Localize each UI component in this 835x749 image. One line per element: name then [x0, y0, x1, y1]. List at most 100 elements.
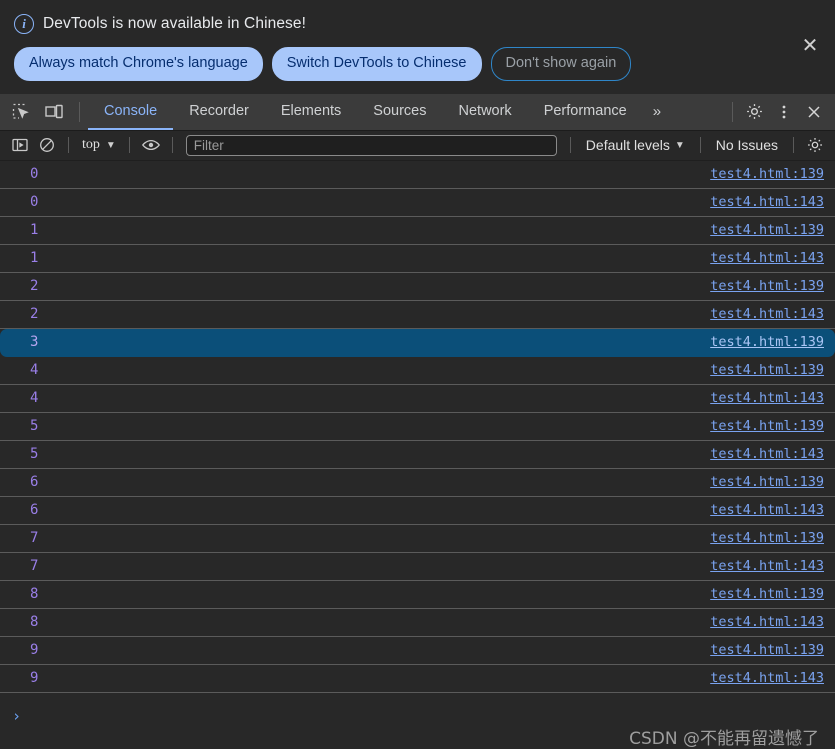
console-message-row[interactable]: 6 test4.html:139 — [0, 469, 835, 497]
console-source-link[interactable]: test4.html:143 — [710, 558, 829, 574]
settings-gear-icon[interactable] — [741, 99, 767, 125]
more-options-kebab-icon[interactable] — [771, 99, 797, 125]
console-message-value: 7 — [30, 530, 39, 546]
console-message-row[interactable]: 5 test4.html:139 — [0, 413, 835, 441]
tabbar-divider — [79, 101, 80, 122]
log-levels-label: Default levels — [585, 137, 670, 153]
javascript-context-selector[interactable]: top ▼ — [78, 137, 120, 153]
csdn-watermark: CSDN @不能再留遗憾了 — [629, 728, 819, 749]
console-message-row[interactable]: 9 test4.html:139 — [0, 637, 835, 665]
console-source-link[interactable]: test4.html:143 — [710, 446, 829, 462]
banner-actions: Always match Chrome's language Switch De… — [14, 47, 819, 81]
toolbar-divider-6 — [793, 137, 794, 153]
console-message-row[interactable]: 1 test4.html:143 — [0, 245, 835, 273]
panel-tabs: Console Recorder Elements Sources Networ… — [88, 94, 724, 130]
console-source-link[interactable]: test4.html:143 — [710, 250, 829, 266]
more-tabs-chevron-icon[interactable]: » — [643, 94, 670, 130]
toolbar-divider-5 — [699, 137, 701, 153]
prompt-chevron-icon: › — [12, 706, 22, 725]
banner-message-row: i DevTools is now available in Chinese! — [14, 14, 819, 34]
tab-console[interactable]: Console — [88, 94, 174, 130]
toolbar-divider-3 — [171, 137, 173, 153]
console-message-row[interactable]: 8 test4.html:143 — [0, 609, 835, 637]
console-message-row[interactable]: 8 test4.html:139 — [0, 581, 835, 609]
create-live-expression-icon[interactable] — [139, 133, 163, 157]
always-match-chrome-language-button[interactable]: Always match Chrome's language — [14, 47, 263, 81]
console-message-value: 0 — [30, 166, 39, 182]
console-message-value: 5 — [30, 418, 39, 434]
console-source-link[interactable]: test4.html:139 — [710, 418, 829, 434]
console-message-list[interactable]: 0 test4.html:139 0 test4.html:143 1 test4.htm… — [0, 160, 835, 703]
console-message-value: 2 — [30, 278, 39, 294]
toolbar-divider-1 — [68, 137, 69, 153]
close-devtools-icon[interactable] — [801, 99, 827, 125]
console-source-link[interactable]: test4.html:143 — [710, 194, 829, 210]
tabbar-right-icons — [741, 94, 835, 130]
chevron-down-icon: ▼ — [105, 139, 116, 151]
console-message-value: 8 — [30, 586, 39, 602]
issues-counter[interactable]: No Issues — [710, 137, 784, 153]
console-source-link[interactable]: test4.html:143 — [710, 502, 829, 518]
console-message-value: 1 — [30, 250, 39, 266]
console-message-row[interactable]: 6 test4.html:143 — [0, 497, 835, 525]
console-source-link[interactable]: test4.html:143 — [710, 670, 829, 686]
console-message-value: 4 — [30, 362, 39, 378]
devtools-tabbar: Console Recorder Elements Sources Networ… — [0, 93, 835, 131]
devtools-language-banner: i DevTools is now available in Chinese! … — [0, 0, 835, 94]
console-source-link[interactable]: test4.html:139 — [710, 474, 829, 490]
console-message-value: 6 — [30, 502, 39, 518]
switch-devtools-to-chinese-button[interactable]: Switch DevTools to Chinese — [271, 47, 482, 81]
tab-recorder[interactable]: Recorder — [173, 94, 265, 130]
console-source-link[interactable]: test4.html:143 — [710, 306, 829, 322]
clear-console-icon[interactable] — [35, 133, 59, 157]
console-message-value: 6 — [30, 474, 39, 490]
log-levels-dropdown[interactable]: Default levels ▼ — [580, 137, 691, 153]
console-footer: › CSDN @不能再留遗憾了 — [0, 702, 835, 749]
console-message-row[interactable]: 3 test4.html:139 — [0, 328, 835, 357]
console-source-link[interactable]: test4.html:139 — [710, 222, 829, 238]
inspect-element-icon[interactable] — [10, 101, 32, 123]
tabbar-right-divider — [732, 101, 733, 122]
close-banner-icon[interactable]: ✕ — [797, 33, 823, 59]
console-message-value: 3 — [30, 334, 39, 350]
banner-message: DevTools is now available in Chinese! — [43, 15, 307, 32]
console-message-row[interactable]: 0 test4.html:139 — [0, 161, 835, 189]
tab-elements[interactable]: Elements — [265, 94, 357, 130]
console-message-row[interactable]: 1 test4.html:139 — [0, 217, 835, 245]
console-source-link[interactable]: test4.html:139 — [710, 642, 829, 658]
tab-sources[interactable]: Sources — [357, 94, 442, 130]
console-message-row[interactable]: 4 test4.html:139 — [0, 357, 835, 385]
console-source-link[interactable]: test4.html:139 — [710, 530, 829, 546]
console-message-row[interactable]: 2 test4.html:139 — [0, 273, 835, 301]
console-message-value: 4 — [30, 390, 39, 406]
console-source-link[interactable]: test4.html:143 — [710, 614, 829, 630]
console-sidebar-icon[interactable] — [8, 133, 32, 157]
console-message-row[interactable]: 0 test4.html:143 — [0, 189, 835, 217]
toolbar-divider-2 — [128, 137, 130, 153]
console-source-link[interactable]: test4.html:139 — [710, 166, 829, 182]
tab-network[interactable]: Network — [443, 94, 528, 130]
console-message-row[interactable]: 5 test4.html:143 — [0, 441, 835, 469]
console-message-row[interactable]: 7 test4.html:143 — [0, 553, 835, 581]
tab-performance[interactable]: Performance — [528, 94, 643, 130]
console-message-value: 0 — [30, 194, 39, 210]
console-message-value: 8 — [30, 614, 39, 630]
console-source-link[interactable]: test4.html:139 — [710, 334, 829, 350]
chevron-down-icon: ▼ — [674, 139, 685, 151]
console-message-row[interactable]: 9 test4.html:143 — [0, 665, 835, 693]
filter-input[interactable] — [185, 134, 557, 156]
console-toolbar: top ▼ Default levels ▼ No Issues — [0, 130, 835, 161]
console-message-value: 9 — [30, 670, 39, 686]
console-message-row[interactable]: 2 test4.html:143 — [0, 301, 835, 329]
console-message-row[interactable]: 7 test4.html:139 — [0, 525, 835, 553]
console-source-link[interactable]: test4.html:143 — [710, 390, 829, 406]
console-source-link[interactable]: test4.html:139 — [710, 278, 829, 294]
console-source-link[interactable]: test4.html:139 — [710, 362, 829, 378]
console-message-value: 5 — [30, 446, 39, 462]
console-settings-gear-icon[interactable] — [803, 133, 827, 157]
device-toolbar-icon[interactable] — [43, 101, 65, 123]
info-circle-icon: i — [14, 14, 34, 34]
dont-show-again-button[interactable]: Don't show again — [490, 47, 632, 81]
console-message-row[interactable]: 4 test4.html:143 — [0, 385, 835, 413]
console-source-link[interactable]: test4.html:139 — [710, 586, 829, 602]
